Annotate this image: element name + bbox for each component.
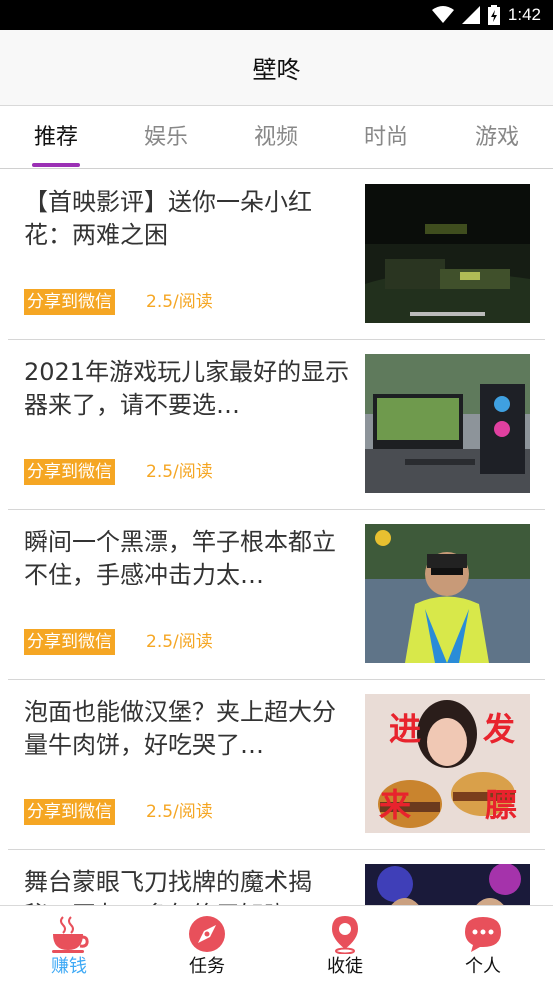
- battery-icon: [487, 5, 500, 25]
- article-title[interactable]: 舞台蒙眼飞刀找牌的魔术揭秘，网友：多年终于知晓: [24, 866, 352, 905]
- nav-label: 赚钱: [51, 956, 87, 977]
- tab-recommended[interactable]: 推荐: [11, 107, 101, 169]
- nav-item-profile[interactable]: 个人: [414, 906, 552, 983]
- page-title: 壁咚: [252, 56, 301, 84]
- read-count: 2.5/阅读: [146, 632, 213, 652]
- nav-label: 个人: [465, 956, 501, 977]
- bottom-nav: 赚钱 任务 收徒 个人: [0, 905, 553, 983]
- thumb-overlay-text: 来: [379, 786, 411, 824]
- compass-icon: [189, 916, 225, 952]
- read-count: 2.5/阅读: [146, 292, 213, 312]
- share-to-wechat-button[interactable]: 分享到微信: [24, 799, 115, 825]
- list-item[interactable]: 泡面也能做汉堡？夹上超大分量牛肉饼，好吃哭了… 分享到微信 2.5/阅读 进 发…: [8, 680, 545, 850]
- list-item[interactable]: 2021年游戏玩儿家最好的显示器来了，请不要选… 分享到微信 2.5/阅读: [8, 340, 545, 510]
- article-title[interactable]: 2021年游戏玩儿家最好的显示器来了，请不要选…: [24, 356, 352, 422]
- tab-entertainment[interactable]: 娱乐: [121, 107, 211, 169]
- article-thumbnail[interactable]: [365, 864, 530, 905]
- share-to-wechat-button[interactable]: 分享到微信: [24, 459, 115, 485]
- article-thumbnail[interactable]: [365, 524, 530, 663]
- signal-icon: [461, 6, 480, 24]
- read-count: 2.5/阅读: [146, 802, 213, 822]
- cup-icon: [52, 916, 89, 953]
- share-to-wechat-button[interactable]: 分享到微信: [24, 289, 115, 315]
- nav-item-earn[interactable]: 赚钱: [0, 906, 138, 983]
- chat-bubble-icon: [465, 917, 501, 952]
- wifi-icon: [431, 6, 454, 23]
- category-tabs: 推荐 娱乐 视频 时尚 游戏: [0, 107, 553, 169]
- article-title[interactable]: 泡面也能做汉堡？夹上超大分量牛肉饼，好吃哭了…: [24, 696, 352, 762]
- nav-item-tasks[interactable]: 任务: [138, 906, 276, 983]
- tab-video[interactable]: 视频: [231, 107, 321, 169]
- article-thumbnail[interactable]: 进 发 来 膘: [365, 694, 530, 833]
- tab-games[interactable]: 游戏: [452, 107, 542, 169]
- active-tab-indicator: [32, 163, 80, 167]
- list-item[interactable]: 【首映影评】送你一朵小红花：两难之困 分享到微信 2.5/阅读: [8, 170, 545, 340]
- thumb-overlay-text: 膘: [485, 786, 517, 824]
- location-pin-icon: [332, 916, 358, 954]
- thumb-overlay-text: 进: [389, 710, 421, 748]
- status-time: 1:42: [507, 5, 541, 24]
- list-item[interactable]: 舞台蒙眼飞刀找牌的魔术揭秘，网友：多年终于知晓: [8, 850, 545, 905]
- thumb-overlay-text: 发: [483, 710, 515, 748]
- app-header: 壁咚: [0, 30, 553, 106]
- read-count: 2.5/阅读: [146, 462, 213, 482]
- article-thumbnail[interactable]: [365, 184, 530, 323]
- list-item[interactable]: 瞬间一个黑漂，竿子根本都立不住，手感冲击力太… 分享到微信 2.5/阅读: [8, 510, 545, 680]
- article-thumbnail[interactable]: [365, 354, 530, 493]
- tab-fashion[interactable]: 时尚: [341, 107, 431, 169]
- share-to-wechat-button[interactable]: 分享到微信: [24, 629, 115, 655]
- status-bar: 1:42: [0, 0, 553, 30]
- article-title[interactable]: 【首映影评】送你一朵小红花：两难之困: [24, 186, 352, 252]
- nav-label: 收徒: [327, 956, 363, 977]
- nav-label: 任务: [189, 956, 225, 977]
- nav-item-recruit[interactable]: 收徒: [276, 906, 414, 983]
- article-feed: 【首映影评】送你一朵小红花：两难之困 分享到微信 2.5/阅读 2021年游戏玩…: [0, 170, 553, 905]
- article-title[interactable]: 瞬间一个黑漂，竿子根本都立不住，手感冲击力太…: [24, 526, 352, 592]
